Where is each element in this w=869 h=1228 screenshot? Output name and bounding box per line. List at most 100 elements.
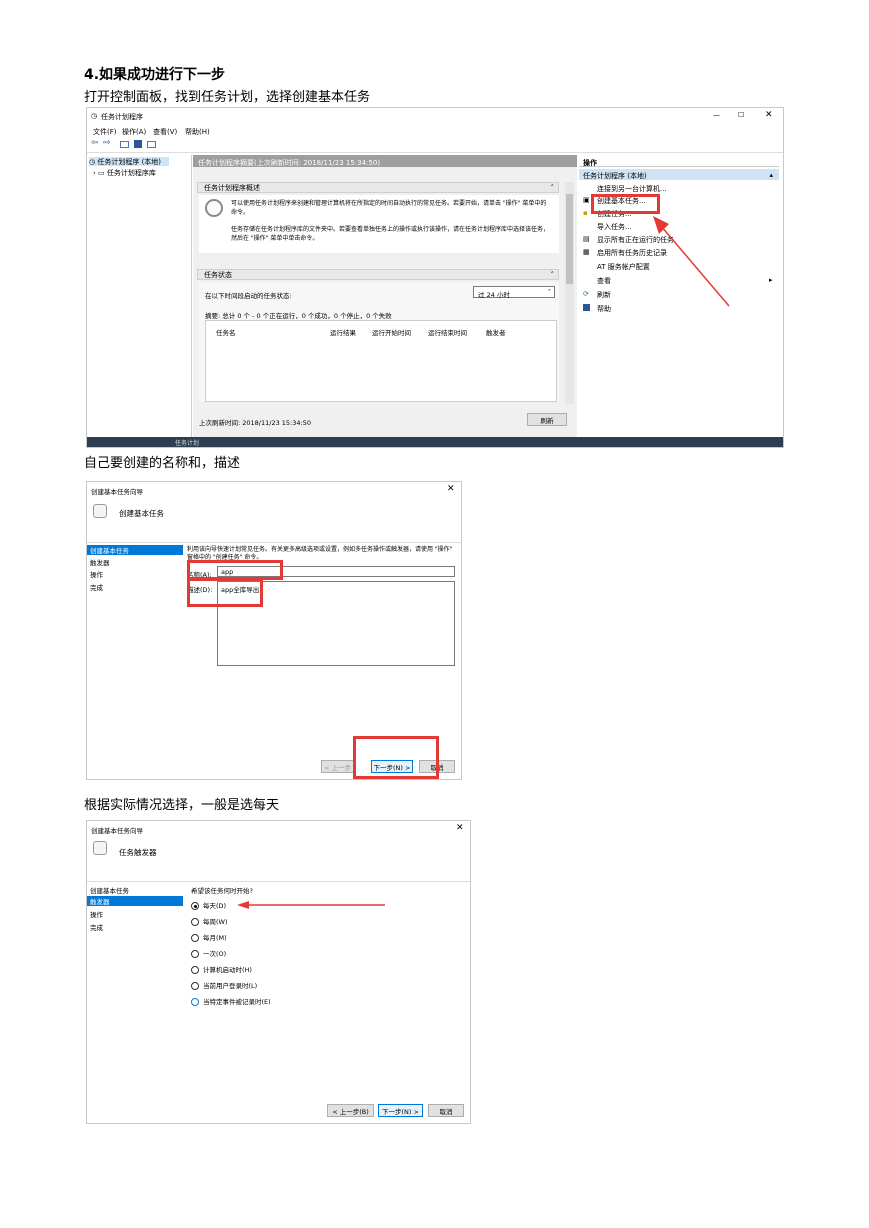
option-startup[interactable]: 计算机启动时(H) bbox=[191, 964, 252, 974]
header-divider bbox=[87, 542, 461, 543]
step-create: 创建基本任务 bbox=[87, 545, 183, 555]
red-arrow-icon bbox=[237, 901, 385, 909]
step-trigger: 触发器 bbox=[87, 896, 183, 906]
menu-view[interactable]: 查看(V) bbox=[153, 127, 177, 137]
actions-group[interactable]: 任务计划程序 (本地) ▴ bbox=[579, 169, 779, 180]
step-finish: 完成 bbox=[90, 584, 103, 592]
step-trigger: 触发器 bbox=[90, 559, 110, 567]
menu-help[interactable]: 帮助(H) bbox=[185, 127, 210, 137]
clock-icon: ◷ bbox=[91, 112, 98, 120]
clock-icon bbox=[205, 199, 223, 217]
overview-body: 可以使用任务计划程序来创建和管理计算机将在所指定的时间自动执行的常见任务。若要开… bbox=[199, 195, 559, 253]
overview-text-2: 任务存储在任务计划程序库的文件夹中。若要查看单独任务上的操作或执行该操作，请在任… bbox=[231, 226, 550, 242]
status-section-bar[interactable]: 任务状态 ˄ bbox=[197, 269, 559, 280]
close-icon[interactable]: ✕ bbox=[765, 110, 773, 120]
last-refresh: 上次刷新时间: 2018/11/23 15:34:50 bbox=[199, 419, 311, 427]
refresh-button[interactable]: 刷新 bbox=[527, 413, 567, 426]
wizard-steps: 创建基本任务 触发器 操作 完成 bbox=[87, 883, 183, 1083]
step-create: 创建基本任务 bbox=[90, 887, 129, 895]
highlight-next bbox=[353, 736, 439, 779]
create-task-icon: ▪ bbox=[583, 209, 588, 217]
refresh-icon: ⟳ bbox=[583, 290, 589, 298]
step-action: 操作 bbox=[90, 911, 103, 919]
column-start[interactable]: 运行开始时间 bbox=[372, 327, 411, 337]
option-once[interactable]: 一次(O) bbox=[191, 948, 226, 958]
close-icon[interactable]: ✕ bbox=[456, 823, 464, 833]
clock-icon bbox=[93, 841, 107, 855]
option-event[interactable]: 当特定事件被记录时(E) bbox=[191, 996, 271, 1006]
tree-item-root[interactable]: ◷ 任务计划程序 (本地) bbox=[89, 157, 169, 166]
status-summary: 摘要: 总计 0 个 - 0 个正在运行，0 个成功，0 个停止，0 个失败 bbox=[205, 312, 392, 320]
wizard-title: 创建基本任务向导 bbox=[91, 827, 143, 835]
properties-icon[interactable] bbox=[147, 141, 156, 148]
maximize-icon[interactable]: ☐ bbox=[738, 111, 744, 119]
center-pane: 任务计划程序摘要(上次刷新时间: 2018/11/23 15:34:50) 任务… bbox=[193, 155, 577, 437]
column-result[interactable]: 运行结果 bbox=[330, 327, 356, 337]
forward-arrow-icon[interactable]: ⇨ bbox=[103, 138, 111, 148]
status-label: 在以下时间段启动的任务状态: bbox=[205, 292, 292, 300]
below-text: 任务计划 bbox=[175, 440, 200, 447]
overview-section-bar[interactable]: 任务计划程序概述 ˄ bbox=[197, 182, 559, 193]
back-button[interactable]: < 上一步(B) bbox=[327, 1104, 374, 1117]
scrollbar-thumb[interactable] bbox=[566, 194, 573, 284]
wizard-trigger-window: 创建基本任务向导 ✕ 任务触发器 创建基本任务 触发器 操作 完成 希望该任务何… bbox=[86, 820, 471, 1124]
status-body: 在以下时间段启动的任务状态: 过 24 小时 ˅ 摘要: 总计 0 个 - 0 … bbox=[199, 282, 559, 402]
back-button[interactable]: < 上一步 bbox=[321, 760, 354, 773]
toolbar: ⇦ ⇨ bbox=[87, 138, 783, 153]
doc-heading: 4.如果成功进行下一步 bbox=[84, 67, 226, 83]
step-action: 操作 bbox=[90, 571, 103, 579]
task-table: 任务名 运行结果 运行开始时间 运行结束时间 触发者 bbox=[205, 320, 557, 402]
clock-icon bbox=[93, 504, 107, 518]
radio-icon bbox=[191, 950, 199, 958]
help-icon[interactable] bbox=[134, 140, 142, 148]
taskbar-strip: 任务计划 bbox=[87, 437, 783, 447]
chevron-up-icon: ˄ bbox=[550, 270, 555, 279]
action-view[interactable]: 查看 bbox=[597, 276, 611, 286]
cancel-button[interactable]: 取消 bbox=[428, 1104, 464, 1117]
next-button[interactable]: 下一步(N) > bbox=[378, 1104, 423, 1117]
wizard-name-window: 创建基本任务向导 ✕ 创建基本任务 创建基本任务 触发器 操作 完成 利用该向导… bbox=[86, 481, 462, 780]
minimize-icon[interactable]: — bbox=[713, 111, 720, 119]
center-header: 任务计划程序摘要(上次刷新时间: 2018/11/23 15:34:50) bbox=[193, 155, 577, 167]
action-connect[interactable]: 连接到另一台计算机... bbox=[597, 184, 667, 194]
wizard-header: 创建基本任务 bbox=[119, 509, 164, 518]
radio-icon bbox=[191, 918, 199, 926]
console-tree-icon[interactable] bbox=[120, 141, 129, 148]
status-period-select[interactable]: 过 24 小时 ˅ bbox=[473, 286, 555, 299]
option-weekly[interactable]: 每周(W) bbox=[191, 916, 228, 926]
action-at-config[interactable]: AT 服务帐户配置 bbox=[597, 262, 650, 272]
menu-file[interactable]: 文件(F) bbox=[93, 127, 117, 137]
step1-text: 打开控制面板，找到任务计划，选择创建基本任务 bbox=[84, 90, 371, 105]
menu-action[interactable]: 操作(A) bbox=[122, 127, 146, 137]
radio-icon bbox=[191, 934, 199, 942]
column-end[interactable]: 运行结束时间 bbox=[428, 327, 467, 337]
center-scrollbar[interactable] bbox=[565, 182, 574, 404]
history-icon: ▦ bbox=[583, 248, 590, 256]
overview-text-1: 可以使用任务计划程序来创建和管理计算机将在所指定的时间自动执行的常见任务。若要开… bbox=[231, 200, 547, 216]
step3-text: 根据实际情况选择，一般是选每天 bbox=[84, 798, 280, 813]
step-finish: 完成 bbox=[90, 924, 103, 932]
action-refresh[interactable]: 刷新 bbox=[597, 290, 611, 300]
tree-item-library[interactable]: › ▭ 任务计划程序库 bbox=[93, 168, 156, 178]
step2-text: 自己要创建的名称和，描述 bbox=[84, 456, 241, 471]
folder-icon: ▭ bbox=[98, 169, 107, 177]
column-task-name[interactable]: 任务名 bbox=[216, 327, 236, 337]
option-monthly[interactable]: 每月(M) bbox=[191, 932, 227, 942]
close-icon[interactable]: ✕ bbox=[447, 484, 455, 494]
column-trigger[interactable]: 触发者 bbox=[486, 327, 506, 337]
action-help[interactable]: 帮助 bbox=[597, 304, 611, 314]
caret-up-icon: ▴ bbox=[769, 171, 773, 179]
radio-icon bbox=[191, 966, 199, 974]
wizard-title: 创建基本任务向导 bbox=[91, 488, 143, 496]
option-daily[interactable]: 每天(D) bbox=[191, 900, 226, 910]
option-logon[interactable]: 当前用户登录时(L) bbox=[191, 980, 257, 990]
help-icon bbox=[583, 304, 590, 311]
radio-checked-icon bbox=[191, 902, 199, 910]
task-scheduler-window: ◷ 任务计划程序 — ☐ ✕ 文件(F) 操作(A) 查看(V) 帮助(H) ⇦… bbox=[86, 107, 784, 448]
radio-icon bbox=[191, 998, 199, 1006]
tree-pane: ◷ 任务计划程序 (本地) › ▭ 任务计划程序库 bbox=[87, 155, 192, 437]
back-arrow-icon[interactable]: ⇦ bbox=[91, 138, 99, 148]
chevron-up-icon: ˄ bbox=[550, 183, 555, 192]
red-arrow-icon bbox=[653, 216, 730, 307]
action-import-task[interactable]: 导入任务... bbox=[597, 222, 632, 232]
